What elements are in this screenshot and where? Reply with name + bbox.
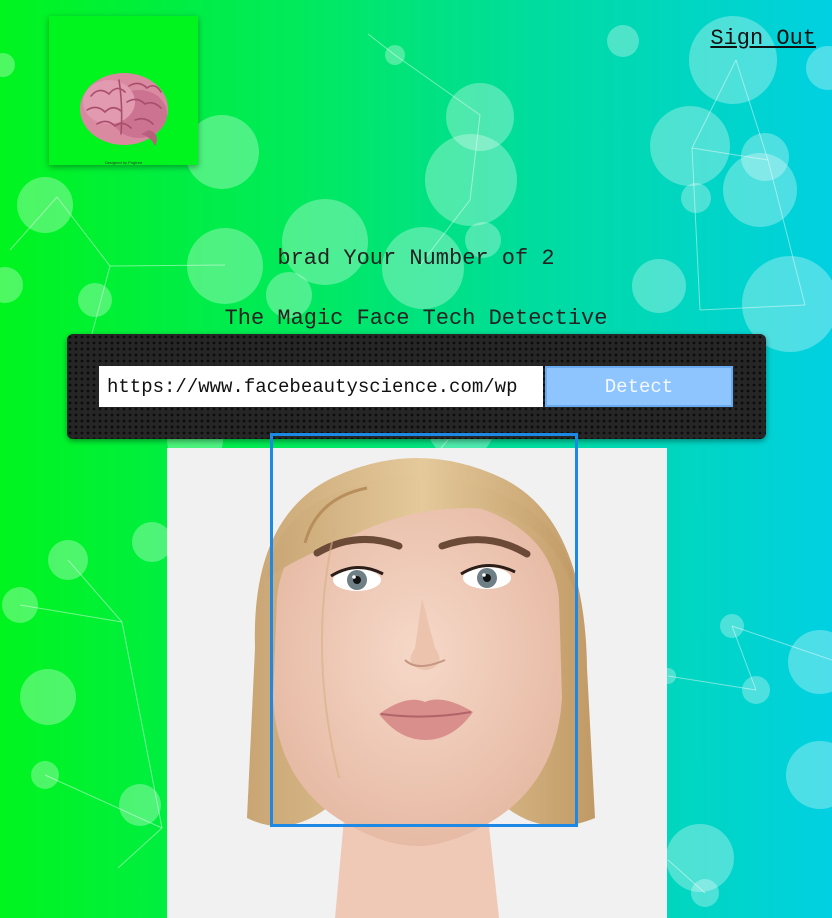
image-url-input[interactable] bbox=[99, 366, 543, 407]
detect-button[interactable]: Detect bbox=[545, 366, 733, 407]
app-title: The Magic Face Tech Detective bbox=[224, 306, 608, 331]
sign-out-link[interactable]: Sign Out bbox=[710, 26, 816, 51]
brain-logo[interactable]: Designed by Pngtree bbox=[49, 16, 198, 165]
rank-text: brad Your Number of 2 bbox=[277, 246, 555, 271]
face-bounding-box bbox=[270, 433, 578, 827]
brain-icon bbox=[80, 73, 168, 146]
logo-caption: Designed by Pngtree bbox=[104, 160, 143, 165]
